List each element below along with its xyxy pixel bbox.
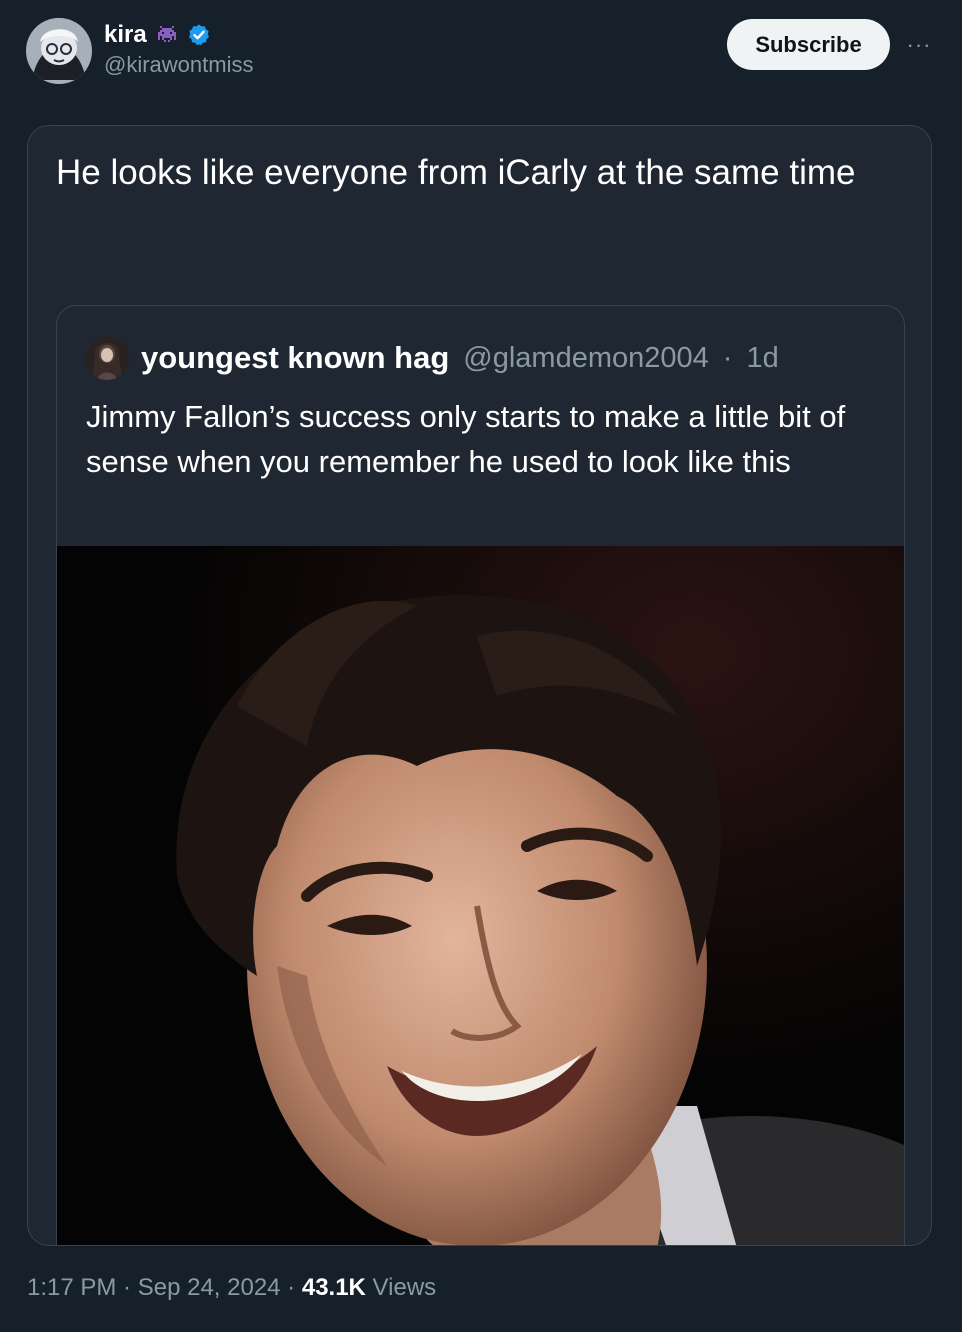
post-meta: 1:17 PM · Sep 24, 2024 · 43.1K Views <box>27 1268 436 1308</box>
views-count[interactable]: 43.1K <box>302 1274 366 1302</box>
more-options-icon[interactable]: ··· <box>902 30 936 60</box>
author-handle[interactable]: @kirawontmiss <box>104 52 253 78</box>
verified-badge-icon[interactable] <box>187 23 211 47</box>
meta-separator: · <box>116 1274 138 1301</box>
views-label: Views <box>365 1274 437 1301</box>
meta-separator: · <box>280 1274 302 1301</box>
author-display-name[interactable]: kira <box>104 21 147 49</box>
author-avatar[interactable] <box>26 18 92 84</box>
quoted-author-avatar[interactable] <box>85 336 129 380</box>
post-date[interactable]: Sep 24, 2024 <box>138 1274 281 1302</box>
author-name-row: kira <box>104 18 211 52</box>
quoted-post-photo[interactable] <box>57 546 904 1245</box>
subscribe-button[interactable]: Subscribe <box>727 19 890 70</box>
quoted-display-name[interactable]: youngest known hag <box>141 340 449 376</box>
quoted-post-header: youngest known hag @glamdemon2004 · 1d <box>85 336 779 380</box>
post-text: He looks like everyone from iCarly at th… <box>56 153 856 192</box>
quoted-post[interactable]: youngest known hag @glamdemon2004 · 1d J… <box>56 305 905 1245</box>
space-invader-emoji-icon <box>155 23 179 47</box>
post-header: kira @kirawontmiss Subscribe ··· <box>0 0 962 110</box>
quoted-handle[interactable]: @glamdemon2004 <box>463 342 708 375</box>
quoted-post-age: 1d <box>746 341 779 374</box>
post-time[interactable]: 1:17 PM <box>27 1274 116 1302</box>
meta-separator: · <box>722 341 733 374</box>
quoted-post-text: Jimmy Fallon’s success only starts to ma… <box>86 399 846 479</box>
post-card: He looks like everyone from iCarly at th… <box>27 125 932 1246</box>
